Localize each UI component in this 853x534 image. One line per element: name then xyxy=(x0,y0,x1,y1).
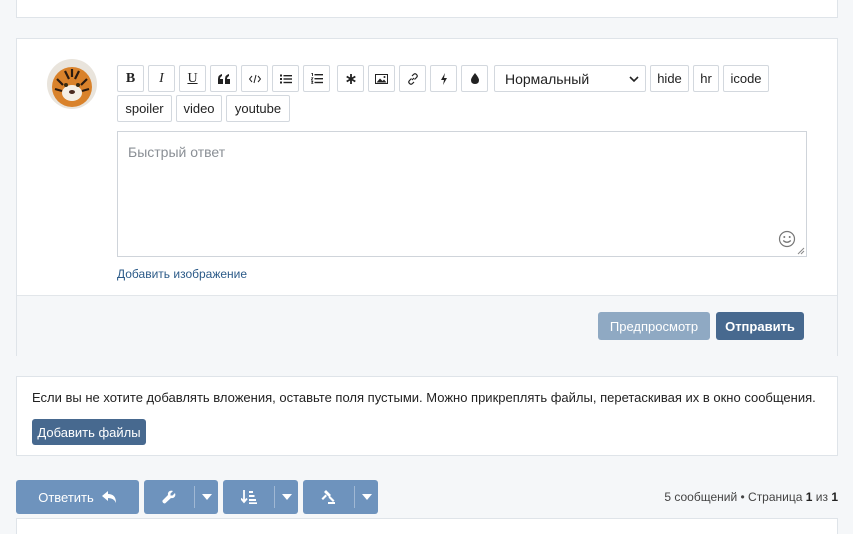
sort-amount-icon xyxy=(240,490,257,504)
reply-button[interactable]: Ответить xyxy=(16,480,139,514)
font-size-select-value: Нормальный xyxy=(505,70,590,87)
reply-label: Ответить xyxy=(38,489,94,505)
send-button[interactable]: Отправить xyxy=(716,312,804,340)
wrench-icon xyxy=(162,490,176,504)
bold-icon: B xyxy=(125,70,136,86)
color-drop-icon xyxy=(470,73,479,84)
link-button[interactable] xyxy=(399,65,426,92)
numbered-list-button[interactable] xyxy=(303,65,330,92)
bullet-list-button[interactable] xyxy=(272,65,299,92)
numbered-list-icon xyxy=(310,73,323,84)
icode-label: icode xyxy=(730,71,762,86)
hr-button[interactable]: hr xyxy=(693,65,719,92)
caret-down-icon xyxy=(361,494,372,500)
total-pages: 1 xyxy=(831,490,838,504)
next-content-panel xyxy=(16,518,838,534)
code-button[interactable] xyxy=(241,65,268,92)
color-button[interactable] xyxy=(461,65,488,92)
asterisk-icon xyxy=(345,73,356,84)
bullet-list-icon xyxy=(279,74,292,83)
add-image-link[interactable]: Добавить изображение xyxy=(117,267,247,281)
reply-arrow-icon xyxy=(101,491,116,503)
smiley-icon[interactable] xyxy=(778,230,796,248)
moderation-dropdown[interactable] xyxy=(303,480,378,514)
tools-dropdown[interactable] xyxy=(144,480,218,514)
quick-reply-textarea[interactable]: Быстрый ответ xyxy=(117,131,807,257)
pagination-count-text: 5 сообщений • Страница xyxy=(664,490,806,504)
italic-button[interactable]: I xyxy=(148,65,175,92)
link-icon xyxy=(407,72,418,85)
hide-label: hide xyxy=(657,71,682,86)
video-label: video xyxy=(183,101,215,116)
video-button[interactable]: video xyxy=(176,95,222,122)
icode-button[interactable]: icode xyxy=(723,65,769,92)
chevron-down-icon xyxy=(629,76,639,83)
tools-button[interactable] xyxy=(144,480,194,514)
font-size-select[interactable]: Нормальный xyxy=(494,65,646,92)
italic-icon: I xyxy=(159,70,164,86)
youtube-label: youtube xyxy=(234,101,282,116)
quote-icon xyxy=(217,73,230,84)
caret-down-icon xyxy=(281,494,292,500)
code-icon xyxy=(248,74,261,83)
moderation-button[interactable] xyxy=(303,480,354,514)
image-button[interactable] xyxy=(368,65,395,92)
quick-reply-panel: B I U Нормальный hide hr icode spoiler v… xyxy=(16,38,838,356)
thread-actions-bar: Ответить 5 сообщений • Страница 1 из 1 xyxy=(16,480,838,514)
spoiler-label: spoiler xyxy=(125,101,164,116)
user-avatar[interactable] xyxy=(47,59,97,109)
preview-button[interactable]: Предпросмотр xyxy=(598,312,710,340)
quote-button[interactable] xyxy=(210,65,237,92)
hide-button[interactable]: hide xyxy=(650,65,689,92)
pagination-info: 5 сообщений • Страница 1 из 1 xyxy=(664,490,838,504)
sort-dropdown[interactable] xyxy=(223,480,298,514)
previous-post-panel xyxy=(16,0,838,18)
tools-dropdown-toggle[interactable] xyxy=(195,480,218,514)
lightning-icon xyxy=(440,72,447,85)
underline-icon: U xyxy=(187,70,198,86)
attachments-panel: Если вы не хотите добавлять вложения, ос… xyxy=(16,376,838,456)
attachments-hint: Если вы не хотите добавлять вложения, ос… xyxy=(32,390,816,405)
lightning-button[interactable] xyxy=(430,65,457,92)
pagination-of-text: из xyxy=(812,490,832,504)
gavel-icon xyxy=(321,490,335,504)
sort-button[interactable] xyxy=(223,480,274,514)
sort-dropdown-toggle[interactable] xyxy=(275,480,298,514)
resize-grip-icon[interactable] xyxy=(797,247,805,255)
reply-actions-bar: Предпросмотр Отправить xyxy=(17,295,837,356)
add-files-button[interactable]: Добавить файлы xyxy=(32,419,146,445)
editor-placeholder: Быстрый ответ xyxy=(128,144,226,160)
spoiler-button[interactable]: spoiler xyxy=(117,95,172,122)
youtube-button[interactable]: youtube xyxy=(226,95,290,122)
bold-button[interactable]: B xyxy=(117,65,144,92)
asterisk-button[interactable] xyxy=(337,65,364,92)
underline-button[interactable]: U xyxy=(179,65,206,92)
image-icon xyxy=(375,73,388,84)
moderation-dropdown-toggle[interactable] xyxy=(355,480,378,514)
hr-label: hr xyxy=(700,71,712,86)
caret-down-icon xyxy=(201,494,212,500)
